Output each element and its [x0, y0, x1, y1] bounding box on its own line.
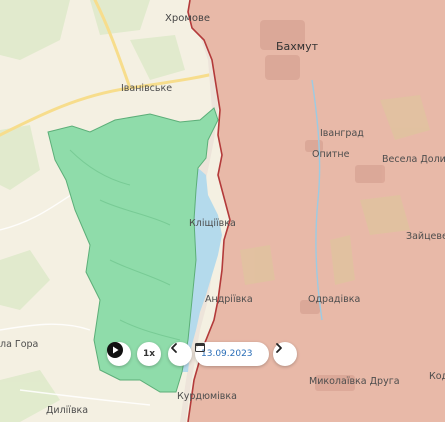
place-label-kod: Код [429, 371, 445, 382]
next-date-button[interactable] [273, 342, 297, 366]
calendar-icon[interactable] [195, 342, 205, 352]
place-label-dyliivka: Диліївка [46, 405, 89, 416]
place-label-bila-hora: ла Гора [0, 339, 39, 350]
place-label-khromove: Хромове [165, 13, 211, 24]
place-label-ivanhrad: Іванград [320, 128, 364, 139]
place-label-kurdiumivka: Курдюмівка [177, 391, 237, 402]
date-value: 13.09.2023 [201, 349, 253, 359]
map-view[interactable]: Хромове Бахмут Іванівське Іванград Опитн… [0, 0, 445, 422]
previous-date-button[interactable] [168, 342, 192, 366]
date-input[interactable]: 13.09.2023 [195, 342, 269, 366]
chevron-left-icon [171, 343, 177, 353]
place-label-ivanivske: Іванівське [121, 83, 173, 94]
chevron-right-icon [276, 343, 282, 353]
speed-button[interactable]: 1x [137, 342, 161, 366]
place-label-opytne: Опитне [312, 149, 350, 160]
place-label-klishchiivka: Кліщіївка [189, 218, 236, 229]
play-icon [107, 342, 123, 358]
play-button[interactable] [107, 342, 131, 366]
speed-label: 1x [142, 349, 156, 359]
place-label-zaitseve: Зайцеве [406, 231, 445, 242]
place-label-odradivka: Одрадівка [308, 294, 361, 305]
place-label-vesela-dolyna: Весела Долина [382, 154, 445, 165]
place-label-andriivka: Андріївка [205, 294, 253, 305]
place-label-mykolaivka-druha: Миколаївка Друга [309, 376, 400, 387]
place-label-bakhmut: Бахмут [276, 40, 319, 53]
